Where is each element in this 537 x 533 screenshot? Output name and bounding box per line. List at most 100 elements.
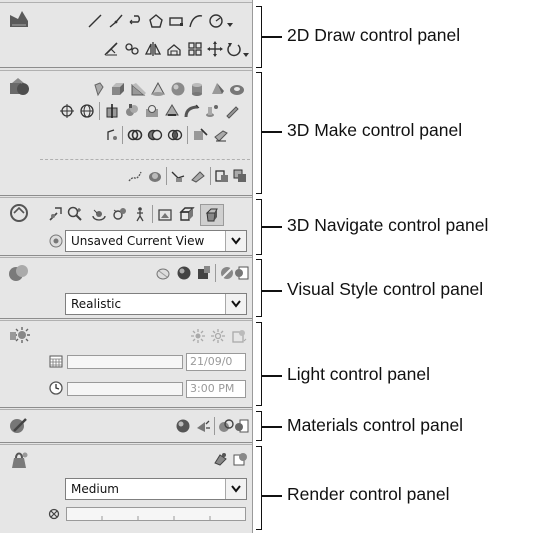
line-icon[interactable]: [87, 13, 103, 29]
separate-icon[interactable]: [190, 168, 206, 184]
polygon-icon[interactable]: [148, 13, 164, 29]
imprint-icon[interactable]: [170, 168, 186, 184]
intersect-solids-icon[interactable]: [167, 127, 183, 143]
hatch-icon[interactable]: [103, 41, 119, 57]
draw-panel-label: 2D Draw control panel: [287, 25, 461, 45]
region-icon[interactable]: [166, 41, 182, 57]
helix-icon[interactable]: [127, 168, 143, 184]
union-icon[interactable]: [124, 103, 140, 119]
point-light-icon[interactable]: [190, 328, 206, 344]
view-select[interactable]: Unsaved Current View: [65, 230, 247, 252]
separator: [214, 417, 215, 435]
visual-style-manager-icon[interactable]: [234, 265, 250, 281]
camera-icon[interactable]: [112, 206, 128, 222]
date-value-field[interactable]: 21/09/0: [186, 353, 246, 371]
subtract-solids-icon[interactable]: [147, 127, 163, 143]
sun-properties-icon[interactable]: [231, 328, 247, 344]
extrude-icon[interactable]: [91, 81, 107, 97]
globe-icon[interactable]: [79, 103, 95, 119]
light-panel-icon: [10, 327, 30, 343]
revolve-icon[interactable]: [224, 103, 240, 119]
material-attach-icon[interactable]: [218, 418, 234, 434]
render-icon[interactable]: [212, 451, 228, 467]
box-icon[interactable]: [110, 81, 126, 97]
revision-cloud-icon[interactable]: [124, 41, 140, 57]
loft-icon[interactable]: [204, 103, 220, 119]
slice-icon[interactable]: [104, 103, 120, 119]
pyramid-icon[interactable]: [209, 81, 225, 97]
convert-to-solid-icon[interactable]: [214, 168, 230, 184]
more-dropdown-icon[interactable]: [242, 51, 250, 59]
calendar-icon: [49, 355, 63, 368]
zoom-icon[interactable]: [67, 206, 83, 222]
union-solids-icon[interactable]: [127, 127, 143, 143]
shell-icon[interactable]: [147, 168, 163, 184]
sun-icon[interactable]: [210, 328, 226, 344]
pan-icon[interactable]: [47, 206, 63, 222]
visual-style-select[interactable]: Realistic: [65, 293, 247, 315]
time-slider[interactable]: [67, 382, 183, 396]
make-leader: [262, 131, 282, 133]
conceptual-style-icon[interactable]: [196, 265, 212, 281]
extract-edges-icon[interactable]: [192, 127, 208, 143]
render-panel-label: Render control panel: [287, 484, 450, 504]
render-bracket: [256, 446, 262, 530]
cone-icon[interactable]: [150, 81, 166, 97]
time-value-field[interactable]: 3:00 PM: [186, 380, 246, 398]
sweep-icon[interactable]: [184, 103, 200, 119]
wedge-icon[interactable]: [130, 81, 146, 97]
exposure-slider[interactable]: [66, 507, 246, 521]
more-dropdown-icon[interactable]: [226, 21, 234, 29]
navigate-leader: [262, 226, 282, 228]
chevron-down-icon[interactable]: [225, 294, 246, 314]
intersect-icon[interactable]: [164, 103, 180, 119]
realistic-style-icon[interactable]: [176, 265, 192, 281]
rectangle-icon[interactable]: [168, 13, 184, 29]
mirror-icon[interactable]: [145, 41, 161, 57]
separator: [152, 205, 153, 223]
orbit-icon[interactable]: [91, 206, 107, 222]
render-settings-icon[interactable]: [232, 451, 248, 467]
circle-icon[interactable]: [208, 13, 224, 29]
perspective-projection-button[interactable]: [200, 204, 224, 226]
rotate-icon[interactable]: [226, 41, 242, 57]
view-select-value: Unsaved Current View: [71, 234, 205, 248]
torus-icon[interactable]: [229, 81, 245, 97]
walk-icon[interactable]: [132, 206, 148, 222]
separator: [215, 264, 216, 282]
flatshot-icon[interactable]: [213, 127, 229, 143]
separator: [187, 126, 188, 144]
array-icon[interactable]: [187, 41, 203, 57]
move-icon[interactable]: [207, 41, 223, 57]
named-views-icon[interactable]: [157, 206, 173, 222]
sphere-icon[interactable]: [170, 81, 186, 97]
render-quality-select[interactable]: Medium: [65, 478, 247, 500]
visual-style-panel: Realistic: [0, 257, 252, 319]
visual-bracket: [256, 259, 262, 317]
navigate-panel-label: 3D Navigate control panel: [287, 215, 489, 235]
materials-icon[interactable]: [175, 418, 191, 434]
visual-style-panel-icon: [9, 265, 28, 281]
render-panel-icon: [12, 452, 28, 468]
make-panel-label: 3D Make control panel: [287, 120, 463, 140]
render-quality-select-value: Medium: [71, 482, 119, 496]
navigate-panel: Unsaved Current View: [0, 197, 252, 256]
polyline-icon[interactable]: [108, 13, 124, 29]
light-leader: [262, 375, 282, 377]
cylinder-icon[interactable]: [189, 81, 205, 97]
date-slider[interactable]: [67, 355, 183, 369]
light-panel-label: Light control panel: [287, 364, 431, 384]
convert-to-surface-icon[interactable]: [232, 168, 248, 184]
orbit-3d-icon[interactable]: [59, 103, 75, 119]
materials-window-icon[interactable]: [234, 418, 250, 434]
2d-wireframe-icon[interactable]: [155, 265, 171, 281]
spline-icon[interactable]: [188, 13, 204, 29]
section-plane-icon[interactable]: [104, 127, 120, 143]
subtract-icon[interactable]: [144, 103, 160, 119]
chevron-down-icon[interactable]: [225, 231, 246, 251]
arc-line-icon[interactable]: [128, 13, 144, 29]
chevron-down-icon[interactable]: [225, 479, 246, 499]
material-mapping-icon[interactable]: [195, 418, 211, 434]
face-style-icon[interactable]: [219, 265, 235, 281]
parallel-projection-icon[interactable]: [179, 206, 195, 222]
